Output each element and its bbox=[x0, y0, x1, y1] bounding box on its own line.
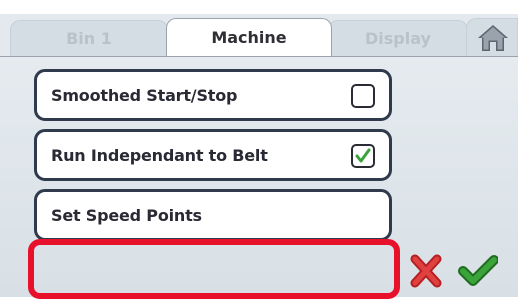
tab-bar: Bin 1 Display Machine bbox=[0, 14, 518, 56]
cancel-button[interactable] bbox=[406, 253, 446, 289]
check-icon bbox=[458, 255, 499, 286]
smoothed-start-stop-row[interactable]: Smoothed Start/Stop bbox=[34, 69, 392, 121]
highlight-outline bbox=[28, 239, 400, 299]
smoothed-start-stop-label: Smoothed Start/Stop bbox=[51, 85, 238, 105]
tab-machine[interactable]: Machine bbox=[166, 18, 332, 56]
x-icon bbox=[410, 254, 442, 288]
check-mark-icon bbox=[355, 148, 371, 163]
smoothed-start-stop-checkbox[interactable] bbox=[351, 84, 375, 108]
settings-panel: Smoothed Start/Stop Run Independant to B… bbox=[0, 56, 518, 299]
home-button[interactable] bbox=[466, 18, 518, 56]
set-speed-points-label: Set Speed Points bbox=[51, 205, 202, 225]
set-speed-points-button[interactable]: Set Speed Points bbox=[34, 189, 392, 241]
tab-display[interactable]: Display bbox=[328, 20, 468, 56]
tab-bin-1-label: Bin 1 bbox=[66, 29, 112, 48]
run-independant-label: Run Independant to Belt bbox=[51, 145, 268, 165]
run-independant-checkbox[interactable] bbox=[351, 144, 375, 168]
tab-machine-label: Machine bbox=[211, 28, 287, 47]
run-independant-row[interactable]: Run Independant to Belt bbox=[34, 129, 392, 181]
tab-bin-1[interactable]: Bin 1 bbox=[10, 20, 168, 56]
home-icon bbox=[478, 25, 508, 51]
confirm-button[interactable] bbox=[458, 253, 499, 289]
top-strip bbox=[0, 0, 518, 14]
tab-display-label: Display bbox=[365, 29, 431, 48]
